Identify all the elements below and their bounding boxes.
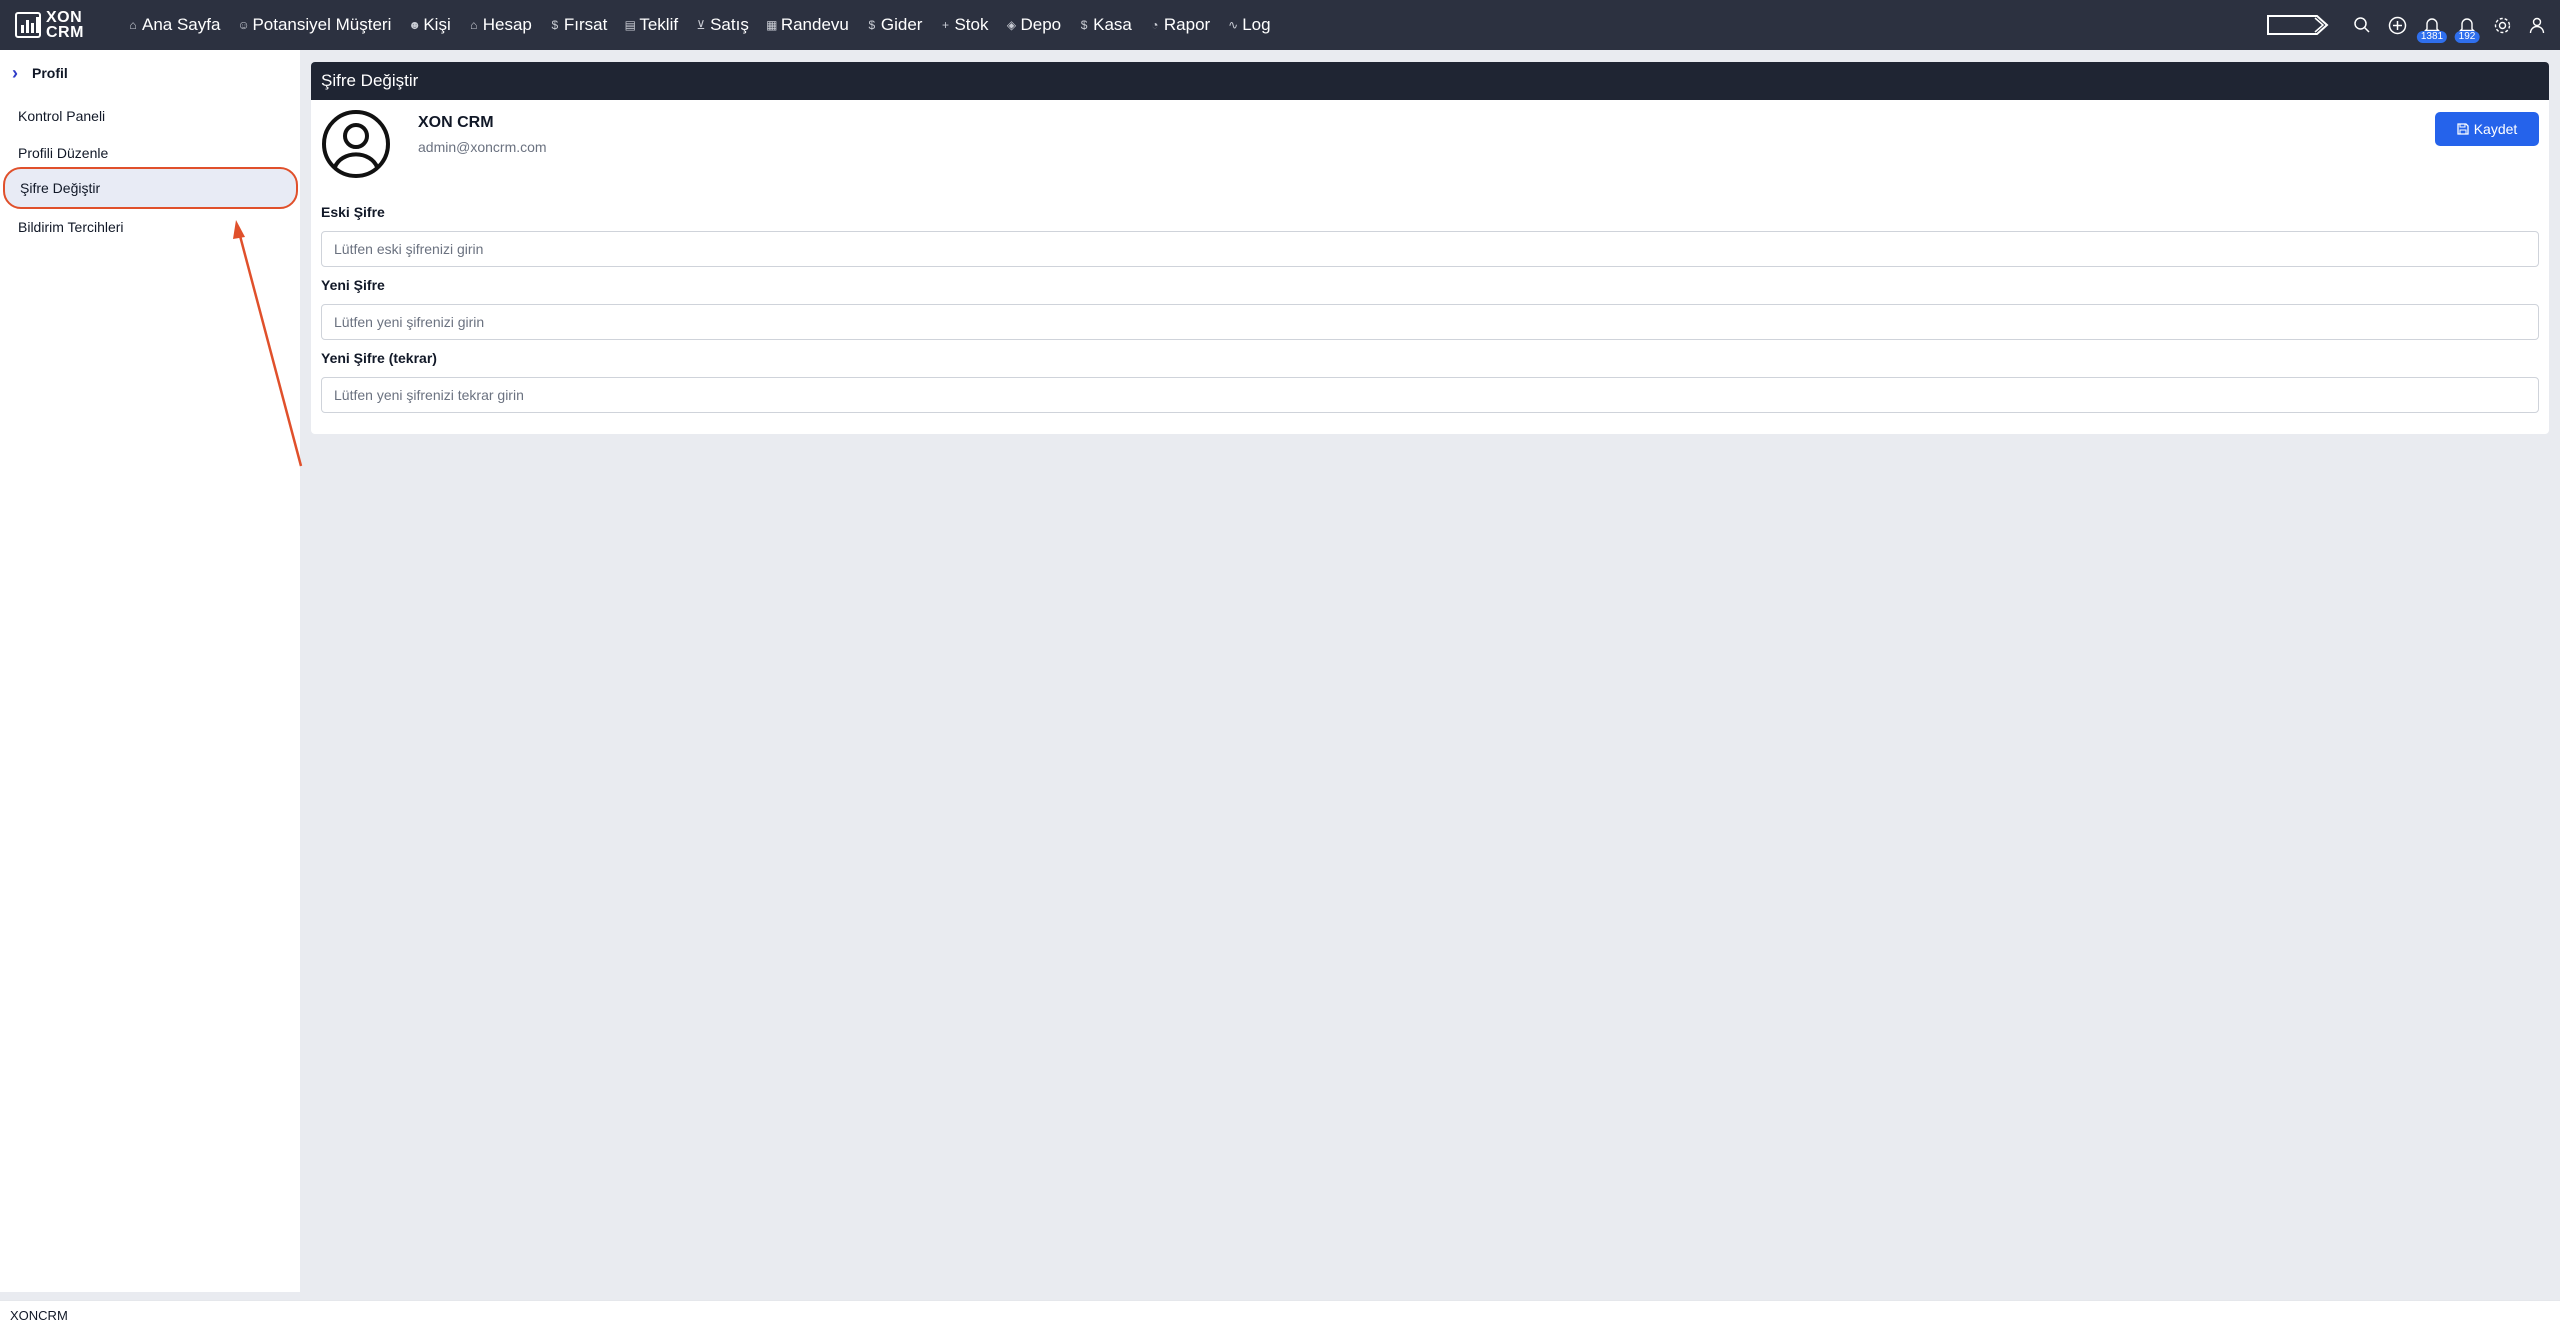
nav-item-hesap[interactable]: ⌂ Hesap — [468, 15, 532, 35]
avatar — [322, 110, 390, 178]
building-icon: ⌂ — [470, 18, 478, 32]
brand-logo[interactable]: XON CRM — [15, 5, 107, 45]
chevron-right-icon: › — [12, 62, 18, 83]
nav-item-satis[interactable]: ⊻ Satış — [695, 15, 749, 35]
sidebar-item-bildirim-tercihleri[interactable]: Bildirim Tercihleri — [0, 208, 300, 245]
old-password-input[interactable] — [321, 231, 2539, 267]
plus-icon: + — [941, 18, 949, 32]
confirm-password-input[interactable] — [321, 377, 2539, 413]
home-icon: ⌂ — [129, 18, 137, 32]
calendar-icon: ▦ — [766, 18, 778, 32]
logo-text: XON CRM — [46, 9, 84, 41]
alert-bell-icon[interactable]: 192 — [2454, 14, 2480, 43]
notification-bell-icon[interactable]: 1381 — [2416, 14, 2448, 43]
notifications-badge: 1381 — [2416, 31, 2448, 43]
search-icon[interactable] — [2351, 14, 2373, 36]
sidebar-item-sifre-degistir[interactable]: Şifre Değiştir — [3, 167, 298, 209]
user-name: XON CRM — [418, 114, 494, 131]
pie-chart-icon: ◔ — [1151, 18, 1159, 32]
gear-icon[interactable] — [2491, 14, 2513, 36]
arrow-toggle-icon[interactable] — [2267, 14, 2329, 36]
sidebar-title: Profil — [32, 65, 68, 81]
nav-item-log[interactable]: ∿ Log — [1227, 15, 1270, 35]
nav-item-ana-sayfa[interactable]: ⌂ Ana Sayfa — [127, 15, 220, 35]
logo-chart-icon — [15, 12, 41, 38]
nav-item-kasa[interactable]: $ Kasa — [1078, 15, 1132, 35]
users-icon: ☻ — [408, 18, 421, 32]
user-icon: ☺ — [237, 18, 250, 32]
activity-icon: ∿ — [1228, 18, 1239, 32]
nav-item-potansiyel-musteri[interactable]: ☺ Potansiyel Müşteri — [237, 15, 391, 35]
footer: XONCRM — [0, 1300, 2560, 1329]
confirm-password-label: Yeni Şifre (tekrar) — [321, 350, 437, 366]
nav-item-rapor[interactable]: ◔ Rapor — [1149, 15, 1210, 35]
dollar-icon: $ — [551, 18, 559, 32]
topbar-actions: 1381 192 — [2267, 0, 2560, 50]
user-email: admin@xoncrm.com — [418, 139, 547, 155]
save-icon — [2457, 123, 2469, 135]
main-nav: ⌂ Ana Sayfa ☺ Potansiyel Müşteri ☻ Kişi ⌂ He… — [127, 15, 1288, 35]
sidebar: › Profil Kontrol Paneli Profili Düzenle … — [0, 50, 300, 1292]
change-password-panel: Şifre Değiştir XON CRM admin@xoncrm.com … — [311, 62, 2549, 434]
dollar-icon: $ — [1080, 18, 1088, 32]
profile-summary: XON CRM admin@xoncrm.com Kaydet — [311, 100, 2549, 196]
nav-item-randevu[interactable]: ▦ Randevu — [766, 15, 849, 35]
document-icon: ▤ — [624, 18, 637, 32]
add-circle-icon[interactable] — [2386, 14, 2408, 36]
footer-brand: XONCRM — [10, 1307, 68, 1323]
nav-item-kisi[interactable]: ☻ Kişi — [408, 15, 450, 35]
new-password-input[interactable] — [321, 304, 2539, 340]
nav-item-gider[interactable]: $ Gider — [866, 15, 923, 35]
alerts-badge: 192 — [2454, 31, 2480, 43]
top-navbar: XON CRM ⌂ Ana Sayfa ☺ Potansiyel Müşteri ☻… — [0, 0, 2560, 50]
nav-item-teklif[interactable]: ▤ Teklif — [624, 15, 678, 35]
dollar-icon: $ — [868, 18, 876, 32]
user-profile-icon[interactable] — [2526, 14, 2548, 36]
box-icon: ◈ — [1006, 18, 1017, 32]
sidebar-header[interactable]: › Profil — [0, 50, 300, 96]
nav-item-firsat[interactable]: $ Fırsat — [549, 15, 608, 35]
nav-item-stok[interactable]: + Stok — [939, 15, 989, 35]
sidebar-item-kontrol-paneli[interactable]: Kontrol Paneli — [0, 97, 300, 134]
new-password-label: Yeni Şifre — [321, 277, 385, 293]
cart-icon: ⊻ — [696, 18, 706, 32]
save-button[interactable]: Kaydet — [2435, 112, 2539, 146]
old-password-label: Eski Şifre — [321, 204, 385, 220]
panel-title: Şifre Değiştir — [311, 62, 2549, 100]
nav-item-depo[interactable]: ◈ Depo — [1006, 15, 1061, 35]
sidebar-item-profili-duzenle[interactable]: Profili Düzenle — [0, 134, 300, 171]
